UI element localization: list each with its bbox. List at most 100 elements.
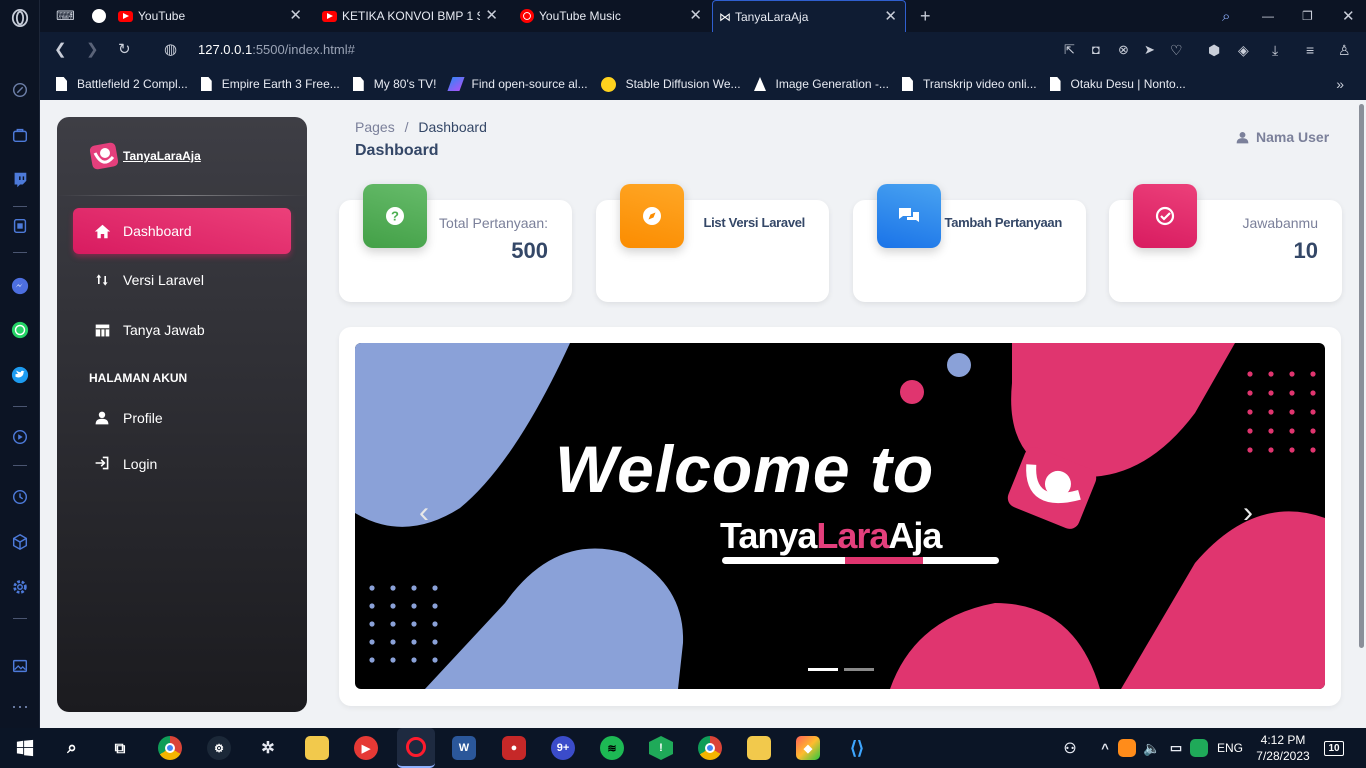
close-window-button[interactable]: ✕ [1336,0,1355,32]
windows-start-icon[interactable] [13,736,37,760]
bookmark[interactable]: Battlefield 2 Compl... [56,77,188,91]
tray-app-icon[interactable] [1118,739,1136,757]
vscode-icon[interactable]: ⟨⟩ [845,736,869,760]
tab-youtube[interactable]: YouTube ✕ [86,0,310,32]
user-menu[interactable]: Nama User [1236,129,1329,145]
app-icon[interactable]: ◆ [796,736,820,760]
media-player-icon[interactable]: ▶ [354,736,378,760]
tab-gamepad[interactable]: ⌨ [50,0,80,32]
card-label: Jawabanmu [1242,215,1319,231]
tab-tanyalaraaja[interactable]: ⋈ TanyaLaraAja ✕ [712,0,906,32]
scrollbar-thumb[interactable] [1359,104,1364,648]
carousel-next-icon[interactable]: › [1243,498,1253,528]
close-icon[interactable]: ✕ [485,8,498,23]
camera-icon[interactable]: ◘ [1092,42,1100,58]
security-app-icon[interactable]: ! [649,736,673,760]
banner-heading: Welcome to [555,432,935,506]
workspace-icon[interactable] [10,125,30,145]
player-icon[interactable] [10,427,30,447]
sidebar-item-label: Profile [123,410,163,426]
folder-icon[interactable] [747,736,771,760]
whatsapp-icon[interactable] [10,320,30,340]
tray-security-icon[interactable] [1190,739,1208,757]
search-tabs-icon[interactable]: ⌕ [1216,0,1230,32]
sidebar-item-versi-laravel[interactable]: Versi Laravel [73,257,291,303]
clock[interactable]: 4:12 PM 7/28/2023 [1256,732,1310,764]
send-icon[interactable]: ➤ [1144,42,1155,58]
forward-icon[interactable]: ❯ [86,42,99,58]
spotify-icon[interactable]: ≋ [600,736,624,760]
card-list-versi-laravel[interactable]: List Versi Laravel [596,184,829,302]
settings-gear-icon[interactable] [10,577,30,597]
bookmark[interactable]: Image Generation -... [753,77,889,91]
carousel-indicator[interactable] [844,668,874,671]
tab-youtube-music[interactable]: YouTube Music ✕ [514,0,710,32]
task-view-icon[interactable]: ⧉ [108,736,132,760]
bookmark[interactable]: Transkrip video onli... [901,77,1037,91]
speed-dial-icon[interactable] [10,80,30,100]
minimize-button[interactable]: — [1256,0,1274,32]
chrome-profile-icon[interactable]: 9+ [551,736,575,760]
decor-dot [1310,390,1316,396]
breadcrumb-root[interactable]: Pages [355,119,395,135]
restore-button[interactable]: ❐ [1296,0,1313,32]
chevron-up-icon[interactable]: ^ [1093,736,1117,760]
close-icon[interactable]: ✕ [884,9,897,24]
decor-dot [369,621,375,627]
opera-taskbar-icon[interactable] [397,728,435,768]
share-icon[interactable]: ⇱ [1064,42,1075,58]
network-icon[interactable]: ▭ [1164,736,1188,760]
ad-block-icon[interactable]: ⊗ [1118,42,1129,58]
back-icon[interactable]: ❮ [54,42,67,58]
twitch-icon[interactable] [10,170,30,190]
word-icon[interactable]: W [452,736,476,760]
tab-ketika[interactable]: KETIKA KONVOI BMP 1 SA ✕ [316,0,506,32]
language-indicator[interactable]: ENG [1216,736,1244,760]
card-tambah-pertanyaan[interactable]: Tambah Pertanyaan [853,184,1086,302]
bookmark[interactable]: My 80's TV! [352,77,437,91]
bookmark[interactable]: Otaku Desu | Nonto... [1049,77,1186,91]
brand-logo[interactable]: TanyaLaraAja [89,141,201,171]
steam-icon[interactable]: ⚙ [207,736,231,760]
people-icon[interactable]: ⚇ [1058,736,1082,760]
url-field[interactable]: 127.0.0.1:5500/index.html# [198,42,355,57]
bookmark[interactable]: Find open-source al... [446,77,588,91]
extensions-icon[interactable]: ◈ [1238,42,1249,58]
more-icon[interactable]: ⋯ [10,697,30,717]
vpn-icon[interactable]: ⬢ [1208,42,1220,58]
new-tab-button[interactable]: + [914,0,931,32]
sidebar-item-dashboard[interactable]: Dashboard [73,208,291,254]
sidebar-item-login[interactable]: Login [73,444,291,472]
carousel-indicator[interactable] [808,668,838,671]
bookmark[interactable]: Empire Earth 3 Free... [200,77,340,91]
sidebar-item-label: Tanya Jawab [123,322,205,338]
twitter-icon[interactable] [10,365,30,385]
bookmark[interactable]: Stable Diffusion We... [600,76,741,92]
history-icon[interactable] [10,487,30,507]
app-icon[interactable]: ✲ [256,736,280,760]
extensions-cube-icon[interactable] [10,532,30,552]
close-icon[interactable]: ✕ [289,8,302,23]
more-bookmarks-icon[interactable]: » [1336,76,1344,92]
sidebar-item-tanya-jawab[interactable]: Tanya Jawab [73,307,291,353]
volume-icon[interactable]: 🔈 [1140,736,1164,760]
notifications-icon[interactable]: 10 [1322,736,1346,760]
download-icon[interactable]: ⤓ [1272,42,1278,58]
opera-logo-icon[interactable] [10,8,30,28]
close-icon[interactable]: ✕ [689,8,702,23]
carousel-prev-icon[interactable]: ‹ [419,498,429,528]
gallery-icon[interactable] [10,656,30,676]
page-scrollbar[interactable] [1356,100,1366,728]
easy-setup-icon[interactable]: ≡ [1306,42,1314,58]
sidebar-app-icon[interactable] [10,216,30,236]
chrome-icon[interactable] [698,736,722,760]
reload-icon[interactable]: ↻ [118,42,131,58]
file-explorer-icon[interactable] [305,736,329,760]
recorder-icon[interactable]: ● [502,736,526,760]
sidebar-item-profile[interactable]: Profile [73,395,291,441]
heart-icon[interactable]: ♡ [1170,42,1183,58]
profile-icon[interactable]: ♙ [1338,42,1351,58]
search-icon[interactable]: ⌕ [60,736,84,760]
chrome-icon[interactable] [158,736,182,760]
messenger-icon[interactable] [10,276,30,296]
